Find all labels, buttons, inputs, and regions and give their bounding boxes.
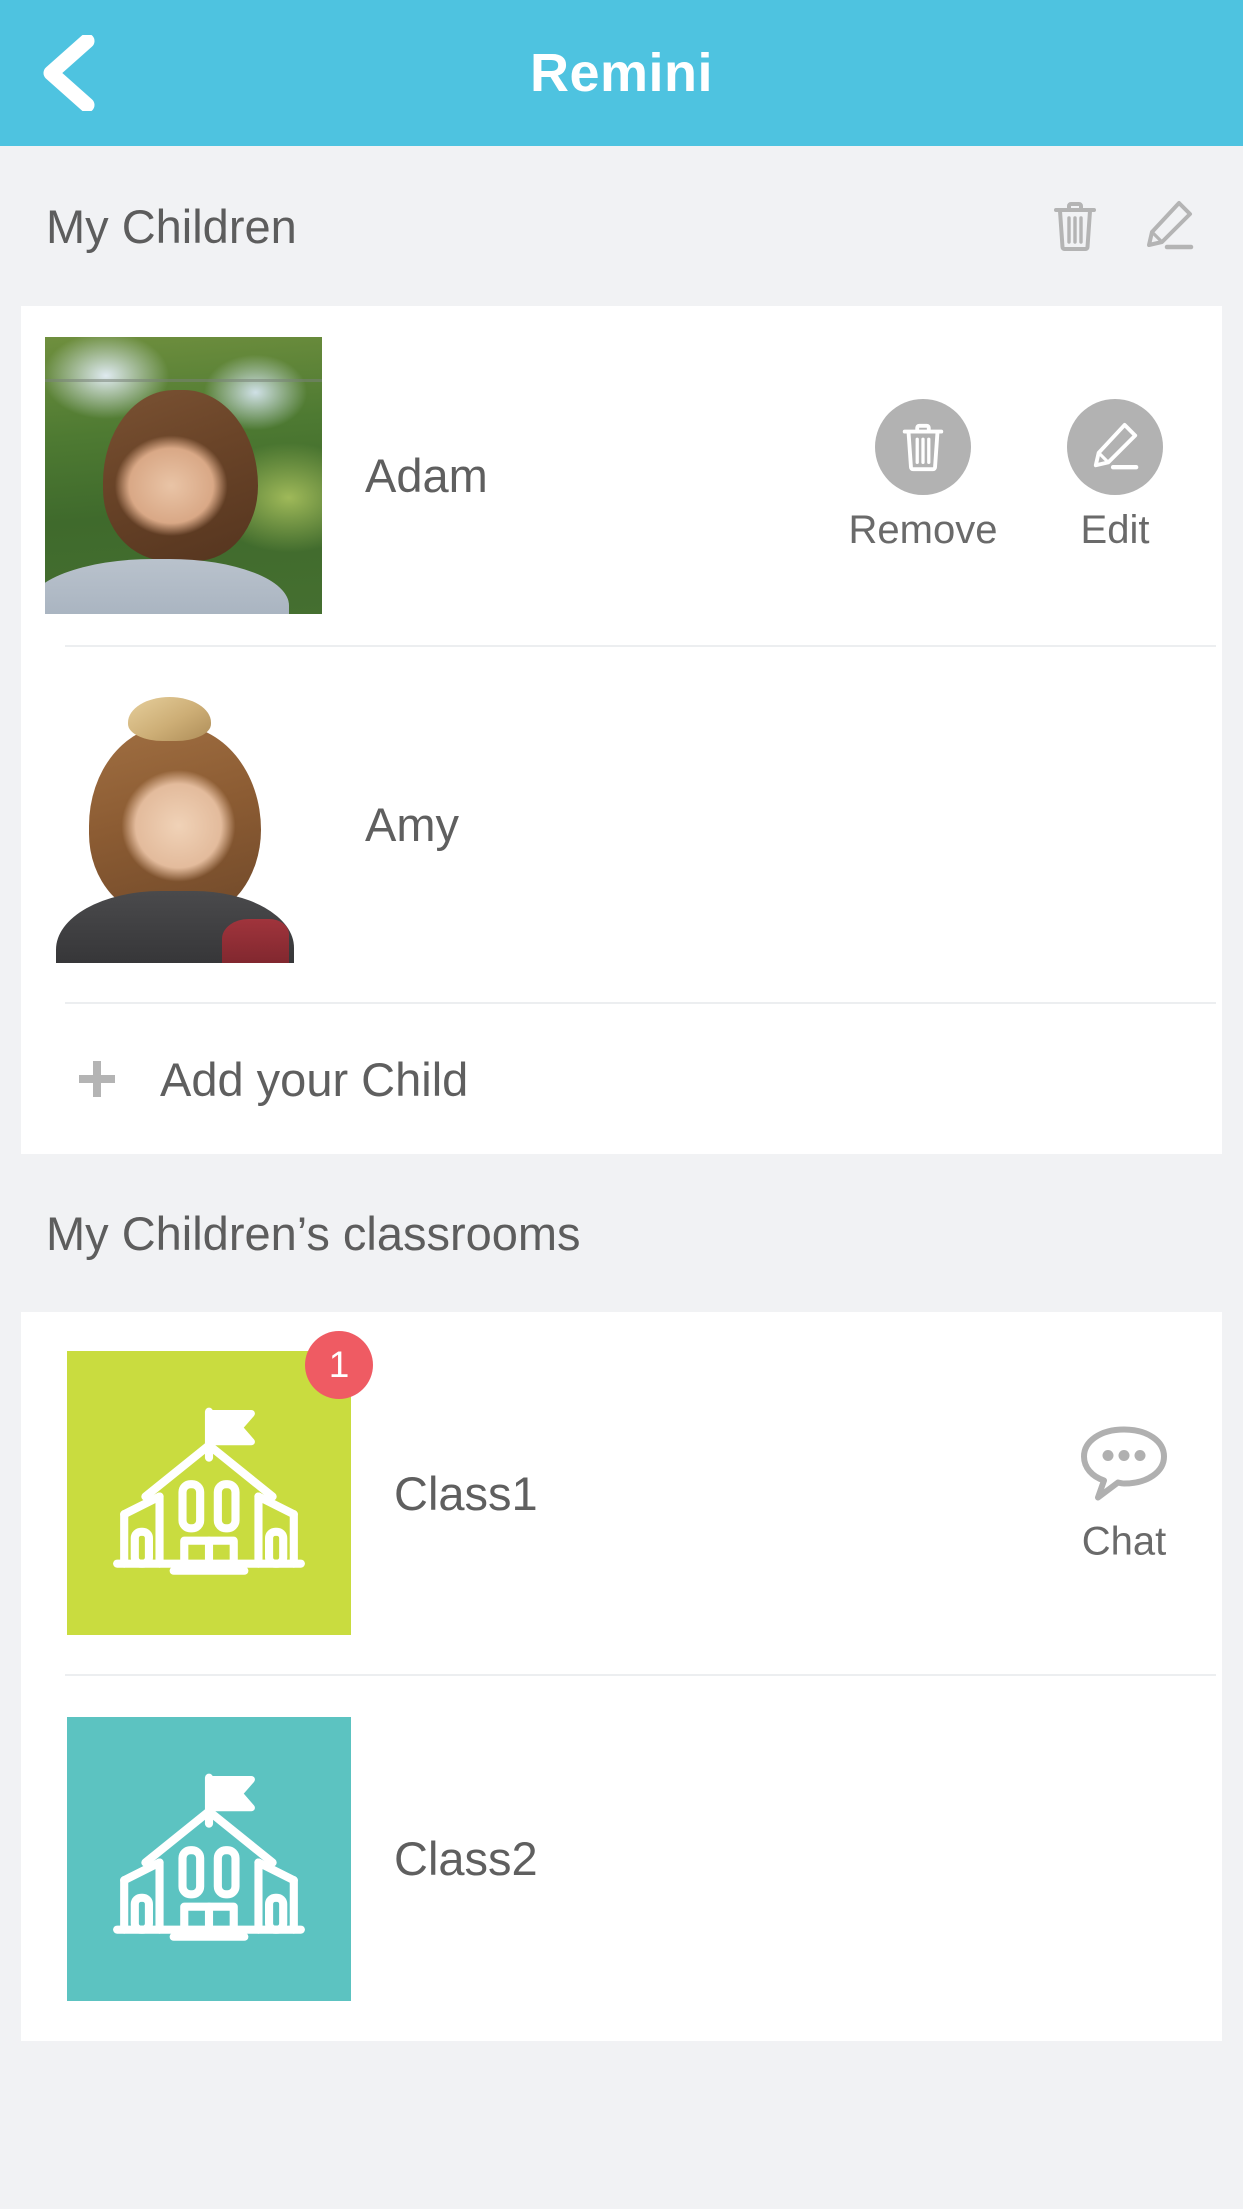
classrooms-section-header: My Children’s classrooms: [0, 1154, 1243, 1312]
children-card: Adam Remove Edit Amy Add your Child: [21, 306, 1222, 1154]
classroom-tile-wrap-class2: [67, 1716, 351, 2001]
child-photo-amy: [45, 686, 322, 963]
child-row-amy[interactable]: Amy: [21, 647, 1222, 1002]
edit-circle: [1067, 398, 1163, 495]
child-row-adam[interactable]: Adam Remove Edit: [21, 306, 1222, 645]
photo-detail-bow: [128, 697, 212, 742]
app-title: Remini: [529, 43, 714, 103]
school-building-icon: [113, 1407, 305, 1575]
app-bar: Remini: [0, 0, 1243, 146]
child-name-amy: Amy: [365, 798, 459, 851]
photo-detail: [45, 378, 322, 382]
edit-label: Edit: [1080, 507, 1150, 552]
back-button[interactable]: [0, 0, 120, 146]
classroom-tile-wrap-class1: 1: [67, 1331, 373, 1635]
app-screen: Remini My Children Adam Remove Edit Amy …: [0, 0, 1243, 2209]
chevron-left-icon: [43, 35, 95, 111]
edit-children-icon[interactable]: [1143, 198, 1195, 254]
trash-icon: [1054, 202, 1096, 251]
classroom-tile-class1: [67, 1351, 351, 1635]
remove-circle: [875, 398, 971, 495]
pencil-icon: [1093, 422, 1139, 469]
chat-button-class1[interactable]: Chat: [1078, 1422, 1170, 1565]
classroom-tile-class2: [67, 1716, 351, 2001]
child-name-adam: Adam: [365, 449, 488, 502]
trash-icon: [902, 423, 944, 471]
add-child-row[interactable]: Add your Child: [21, 1004, 1222, 1154]
chat-bubble-icon: [1081, 1426, 1167, 1501]
children-section-header: My Children: [0, 146, 1243, 306]
remove-label: Remove: [848, 507, 998, 552]
delete-children-icon[interactable]: [1049, 198, 1101, 254]
classroom-name-class1: Class1: [394, 1466, 538, 1520]
plus-icon: [71, 1053, 123, 1105]
school-building-icon: [113, 1773, 305, 1941]
photo-detail-shirt: [222, 918, 289, 963]
classroom-row-class1[interactable]: 1 Class1 Chat: [21, 1312, 1222, 1674]
child-photo-adam: [45, 337, 322, 614]
classrooms-card: 1 Class1 Chat Class2: [21, 1312, 1222, 2041]
classrooms-section-title: My Children’s classrooms: [46, 1206, 581, 1260]
child-actions-adam: Remove Edit: [842, 398, 1196, 553]
remove-child-button[interactable]: Remove: [842, 398, 1004, 553]
add-child-label: Add your Child: [160, 1052, 469, 1106]
unread-badge-class1: 1: [305, 1331, 373, 1399]
classroom-row-class2[interactable]: Class2: [21, 1676, 1222, 2041]
pencil-icon: [1147, 201, 1194, 250]
chat-label-class1: Chat: [1081, 1519, 1167, 1564]
children-section-title: My Children: [46, 199, 297, 253]
children-section-actions: [1049, 198, 1219, 254]
classroom-name-class2: Class2: [394, 1832, 538, 1885]
edit-child-button[interactable]: Edit: [1034, 398, 1196, 553]
